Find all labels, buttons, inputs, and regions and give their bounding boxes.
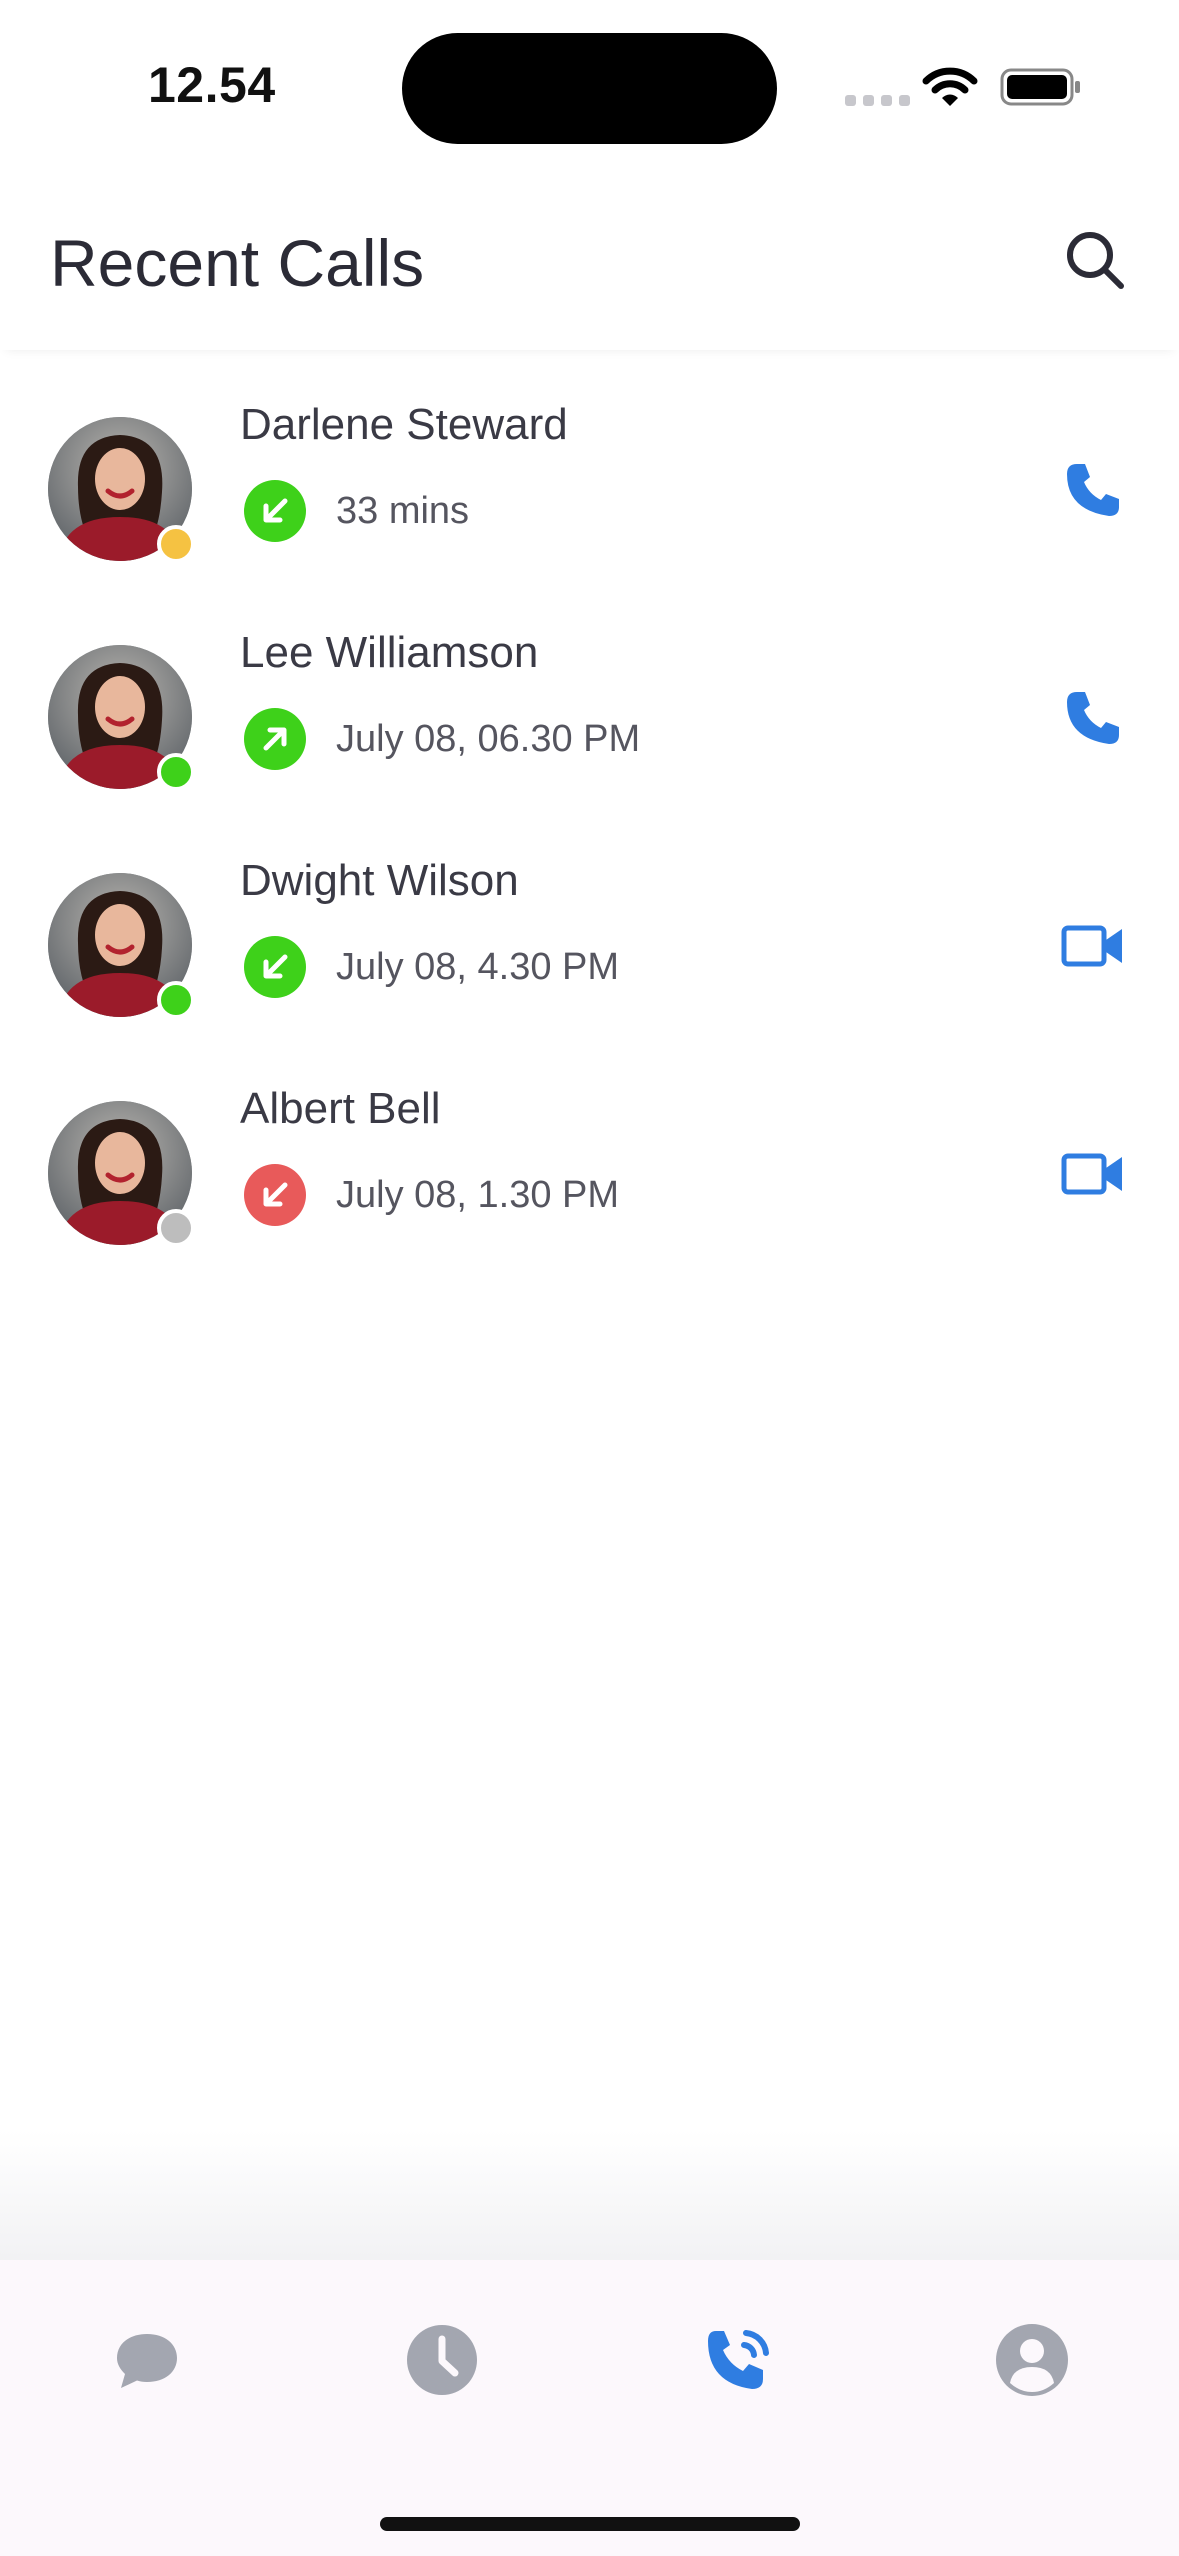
call-list-item[interactable]: Albert Bell July 08, 1.30 PM [0, 1054, 1179, 1282]
call-list-item[interactable]: Lee Williamson July 08, 06.30 PM [0, 598, 1179, 826]
tab-history[interactable] [397, 2315, 487, 2405]
header: Recent Calls [0, 170, 1179, 350]
voice-call-button[interactable] [1058, 683, 1128, 753]
tab-calls[interactable] [694, 2315, 784, 2405]
presence-status-dot [157, 981, 195, 1019]
missed-call-icon [244, 1164, 306, 1226]
status-bar: 12.54 [0, 0, 1179, 170]
home-indicator[interactable] [380, 2517, 800, 2531]
contact-name: Albert Bell [240, 1084, 441, 1133]
presence-status-dot [157, 1209, 195, 1247]
cellular-signal-icon [845, 95, 910, 106]
video-camera-icon [1061, 925, 1122, 967]
contact-name: Lee Williamson [240, 628, 539, 677]
call-detail: July 08, 06.30 PM [336, 718, 641, 760]
call-detail: July 08, 1.30 PM [336, 1174, 620, 1216]
phone-icon [1067, 692, 1119, 744]
presence-status-dot [157, 753, 195, 791]
chat-icon [117, 2334, 177, 2388]
tab-chats[interactable] [102, 2315, 192, 2405]
status-time: 12.54 [148, 57, 276, 113]
video-call-button[interactable] [1058, 911, 1128, 981]
bottom-fade [0, 2130, 1179, 2260]
presence-status-dot [157, 525, 195, 563]
call-list-item[interactable]: Dwight Wilson July 08, 4.30 PM [0, 826, 1179, 1054]
call-list-item[interactable]: Darlene Steward 33 mins [0, 370, 1179, 598]
battery-icon [1000, 68, 1082, 111]
incoming-call-icon [244, 936, 306, 998]
calls-icon [708, 2330, 769, 2389]
tab-bar [0, 2260, 1179, 2556]
dynamic-island [402, 33, 777, 144]
outgoing-call-icon [244, 708, 306, 770]
contact-name: Dwight Wilson [240, 856, 519, 905]
recent-calls-list: Darlene Steward 33 mins Lee Williamson J… [0, 370, 1179, 1282]
clock-icon [407, 2325, 477, 2395]
video-camera-icon [1061, 1153, 1122, 1195]
profile-icon [996, 2324, 1068, 2396]
call-detail: July 08, 4.30 PM [336, 946, 620, 988]
page-title: Recent Calls [50, 226, 425, 300]
tab-profile[interactable] [987, 2315, 1077, 2405]
wifi-icon [922, 65, 978, 114]
voice-call-button[interactable] [1058, 455, 1128, 525]
contact-name: Darlene Steward [240, 400, 568, 449]
call-detail: 33 mins [336, 490, 470, 532]
video-call-button[interactable] [1058, 1139, 1128, 1209]
search-icon [1067, 232, 1124, 289]
search-button[interactable] [1060, 225, 1130, 295]
incoming-call-icon [244, 480, 306, 542]
phone-icon [1067, 464, 1119, 516]
